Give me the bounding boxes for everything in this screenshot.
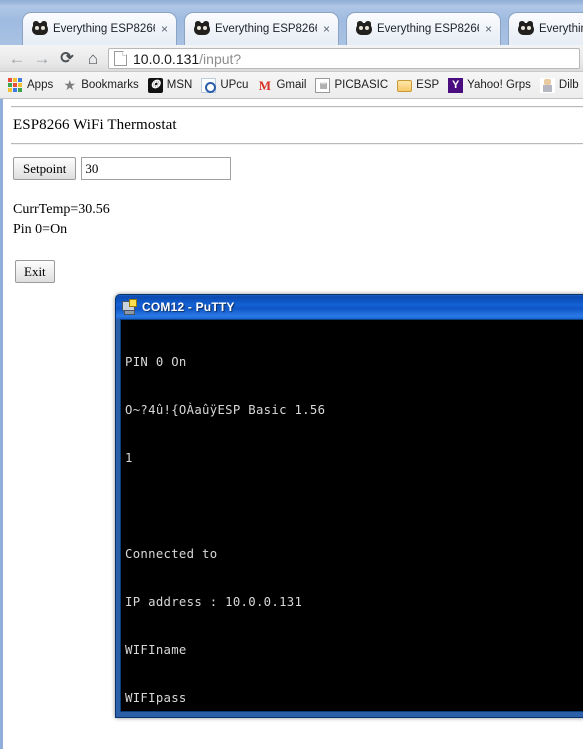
forward-icon[interactable]: →: [31, 48, 53, 70]
putty-title-text: COM12 - PuTTY: [142, 300, 235, 314]
tab-close-icon[interactable]: ×: [481, 22, 496, 37]
terminal-line: 1: [125, 451, 133, 465]
browser-tab-3[interactable]: Everything ESP8266 - ×: [346, 12, 501, 45]
bookmark-upcu[interactable]: UPcu: [198, 76, 254, 95]
putty-computer-icon: [121, 299, 137, 315]
bookmark-gmail[interactable]: M Gmail: [254, 76, 312, 95]
browser-tab-4[interactable]: Everything: [508, 12, 583, 45]
terminal-output: PIN 0 On O~?4û!{OÀaûÿESP Basic 1.56 1 Co…: [121, 320, 583, 711]
browser-toolbar: ← → ⟳ ⌂ 10.0.0.131 /input?: [0, 45, 583, 72]
terminal-line: WIFIpass: [125, 691, 187, 705]
upcu-icon: [201, 77, 217, 93]
tab-title: Everything ESP8266 -: [53, 22, 155, 35]
bookmark-label: ESP: [416, 79, 440, 91]
tab-title: Everything: [539, 22, 583, 35]
bookmark-label: UPcu: [220, 79, 249, 91]
bookmarks-bar: Apps ★ Bookmarks ❂ MSN UPcu M Gmail ▤ PI…: [0, 72, 583, 99]
dilbert-icon: [539, 77, 555, 93]
pin-state-text: Pin 0=On: [13, 222, 68, 237]
terminal-line: Connected to: [125, 547, 218, 561]
esp8266-favicon: [32, 21, 48, 37]
readout-block: CurrTemp=30.56 Pin 0=On: [13, 200, 583, 240]
tab-close-icon[interactable]: ×: [157, 22, 172, 37]
bookmark-label: PICBASIC: [334, 79, 389, 91]
terminal-line: WIFIname: [125, 643, 187, 657]
tab-strip: Everything ESP8266 - × Everything ESP826…: [0, 0, 583, 45]
address-bar[interactable]: 10.0.0.131 /input?: [108, 48, 580, 69]
msn-icon: ❂: [147, 77, 163, 93]
bookmark-yahoo-grps[interactable]: Y Yahoo! Grps: [445, 76, 537, 95]
url-path: /input?: [199, 50, 242, 67]
setpoint-button[interactable]: Setpoint: [13, 157, 77, 180]
star-icon: ★: [63, 76, 76, 93]
putty-title-bar[interactable]: COM12 - PuTTY: [116, 295, 583, 319]
current-temp-text: CurrTemp=30.56: [13, 202, 110, 217]
putty-window[interactable]: COM12 - PuTTY PIN 0 On O~?4û!{OÀaûÿESP B…: [115, 294, 583, 718]
bookmark-label: Yahoo! Grps: [467, 79, 531, 91]
divider-top: [11, 106, 583, 108]
bookmark-label: Apps: [27, 79, 54, 91]
folder-icon: [397, 78, 413, 93]
divider-bottom: [11, 143, 583, 145]
bookmark-label: MSN: [166, 79, 193, 91]
tab-title: Everything ESP8266 -: [215, 22, 317, 35]
terminal-line: O~?4û!{OÀaûÿESP Basic 1.56: [125, 403, 326, 417]
terminal-line: PIN 0 On: [125, 355, 187, 369]
bookmark-picbasic[interactable]: ▤ PICBASIC: [312, 76, 394, 95]
putty-terminal[interactable]: PIN 0 On O~?4û!{OÀaûÿESP Basic 1.56 1 Co…: [120, 319, 583, 712]
bookmark-bookmarks[interactable]: ★ Bookmarks: [59, 76, 145, 95]
bookmark-label: Bookmarks: [81, 79, 139, 91]
terminal-line: IP address : 10.0.0.131: [125, 595, 303, 609]
bookmark-esp[interactable]: ESP: [394, 76, 445, 95]
window-top-edge: [0, 0, 583, 5]
bookmark-dilbert[interactable]: Dilb: [537, 76, 583, 95]
bookmark-apps[interactable]: Apps: [5, 75, 59, 95]
gmail-icon: M: [258, 77, 272, 93]
yahoo-icon: Y: [448, 77, 464, 93]
tab-close-icon[interactable]: ×: [319, 22, 334, 37]
picbasic-icon: ▤: [315, 77, 331, 93]
page-title: ESP8266 WiFi Thermostat: [13, 117, 177, 133]
setpoint-form: Setpoint: [13, 157, 583, 180]
esp8266-favicon: [518, 21, 534, 37]
browser-tab-1[interactable]: Everything ESP8266 - ×: [22, 12, 177, 45]
url-host: 10.0.0.131: [133, 50, 200, 67]
reload-icon[interactable]: ⟳: [56, 48, 78, 70]
bookmark-label: Gmail: [276, 79, 307, 91]
esp8266-favicon: [356, 21, 372, 37]
esp8266-favicon: [194, 21, 210, 37]
home-icon[interactable]: ⌂: [82, 48, 104, 70]
back-icon[interactable]: ←: [6, 48, 28, 70]
bookmark-msn[interactable]: ❂ MSN: [145, 76, 199, 95]
thermostat-page: ESP8266 WiFi Thermostat Setpoint CurrTem…: [3, 106, 583, 283]
exit-button[interactable]: Exit: [15, 260, 55, 283]
page-document-icon: [114, 51, 127, 66]
setpoint-input[interactable]: [81, 157, 232, 180]
browser-tab-2[interactable]: Everything ESP8266 - ×: [184, 12, 339, 45]
bookmark-label: Dilb: [558, 79, 579, 91]
apps-grid-icon: [8, 78, 23, 93]
tab-title: Everything ESP8266 -: [377, 22, 479, 35]
